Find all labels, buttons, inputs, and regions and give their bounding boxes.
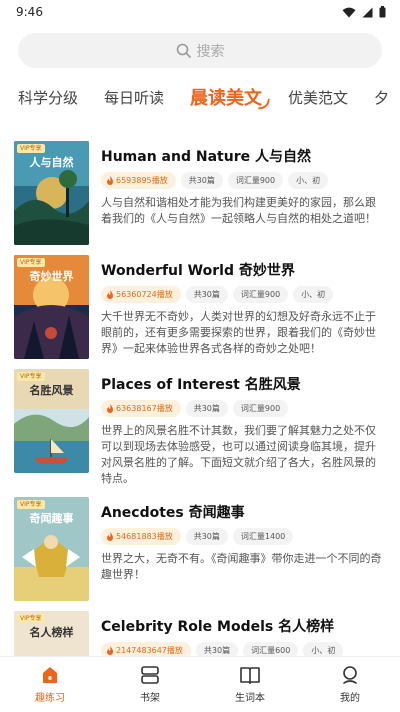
fire-icon — [107, 403, 113, 413]
article-count: 共30篇 — [185, 286, 228, 303]
item-title: Celebrity Role Models 名人榜样 — [101, 619, 335, 635]
plays-badge: 56360724播放 — [101, 286, 181, 303]
item-title: Anecdotes 奇闻趣事 — [101, 505, 245, 521]
vocab-badge: 词汇量600 — [243, 642, 299, 656]
list-item[interactable]: VIP专享 名人榜样 Celebrity Role Models 名人榜样 21… — [0, 611, 400, 656]
article-count: 共30篇 — [185, 528, 228, 545]
level-badge: 小、初 — [293, 286, 334, 303]
vocab-badge: 词汇量900 — [227, 172, 284, 189]
fire-icon — [107, 175, 113, 185]
plays-badge: 54681883播放 — [101, 528, 181, 545]
nav-label: 趣练习 — [35, 693, 65, 704]
article-count: 共30篇 — [185, 400, 228, 417]
bottom-nav: 趣练习 书架 生词本 我的 — [0, 656, 400, 712]
vocab-badge: 词汇量900 — [232, 400, 289, 417]
nav-label: 生词本 — [235, 693, 265, 704]
plays-count: 63638167播放 — [116, 404, 173, 413]
cover-title: 名人榜样 — [29, 626, 74, 639]
vip-badge: VIP专享 — [17, 258, 45, 267]
search-input[interactable]: 搜索 — [18, 33, 382, 68]
list-item[interactable]: VIP专享 名胜风景 Places of Interest 名胜风景 63638… — [0, 369, 400, 487]
cover-title: 奇闻趣事 — [29, 512, 74, 525]
plays-count: 54681883播放 — [116, 532, 173, 541]
book-cover: VIP专享 奇闻趣事 — [14, 497, 89, 601]
plays-count: 2147483647播放 — [116, 646, 183, 655]
item-description: 世界之大，无奇不有。《奇闻趣事》带你走进一个不同的奇趣世界！ — [101, 552, 382, 581]
nav-profile[interactable]: 我的 — [300, 657, 400, 712]
tab-science-graded[interactable]: 科学分级 — [18, 87, 78, 108]
battery-icon — [379, 6, 386, 18]
user-icon — [343, 666, 357, 684]
nav-label: 书架 — [140, 693, 160, 704]
tab-partial[interactable]: 夕 — [374, 87, 389, 108]
item-title: Places of Interest 名胜风景 — [101, 377, 301, 393]
category-tabs: 科学分级 每日听读 晨读美文 优美范文 夕 — [0, 68, 400, 126]
vip-badge: VIP专享 — [17, 372, 45, 381]
item-description: 大千世界无不奇妙，人类对世界的幻想及好奇永远不止于眼前的，还有更多需要探索的世界… — [101, 310, 376, 355]
fire-icon — [107, 289, 113, 299]
list-item[interactable]: VIP专享 人与自然 Human and Nature 人与自然 6593895… — [0, 141, 400, 245]
list-item[interactable]: VIP专享 奇闻趣事 Anecdotes 奇闻趣事 54681883播放 共30… — [0, 497, 400, 601]
list-item[interactable]: VIP专享 奇妙世界 Wonderful World 奇妙世界 56360724… — [0, 255, 400, 359]
book-icon — [240, 667, 260, 684]
vip-badge: VIP专享 — [17, 500, 45, 509]
article-count: 共30篇 — [180, 172, 223, 189]
level-badge: 小、初 — [303, 642, 344, 656]
bookshelf-icon — [141, 666, 159, 684]
vip-badge: VIP专享 — [17, 144, 45, 153]
nav-vocabulary[interactable]: 生词本 — [200, 657, 300, 712]
search-placeholder: 搜索 — [196, 43, 225, 60]
cover-title: 人与自然 — [29, 156, 74, 169]
tab-daily-listening[interactable]: 每日听读 — [104, 87, 164, 108]
article-count: 共30篇 — [195, 642, 239, 656]
fire-icon — [107, 645, 113, 655]
nav-label: 我的 — [340, 693, 360, 704]
vocab-badge: 词汇量900 — [232, 286, 289, 303]
book-cover: VIP专享 人与自然 — [14, 141, 89, 245]
book-cover: VIP专享 名胜风景 — [14, 369, 89, 473]
plays-badge: 6593895播放 — [101, 172, 176, 189]
wifi-icon — [342, 7, 356, 17]
cover-title: 名胜风景 — [29, 384, 74, 397]
search-icon — [176, 43, 191, 58]
item-description: 世界上的风景名胜不计其数，我们要了解其魅力之处不仅可以到现场去体验感受，也可以通… — [101, 424, 376, 485]
plays-count: 6593895播放 — [116, 176, 168, 185]
book-cover: VIP专享 奇妙世界 — [14, 255, 89, 359]
fire-icon — [107, 531, 113, 541]
tab-morning-reading[interactable]: 晨读美文 — [190, 84, 262, 110]
vip-badge: VIP专享 — [17, 614, 45, 623]
signal-icon — [362, 7, 373, 17]
home-icon — [43, 667, 57, 683]
status-time: 9:46 — [16, 5, 43, 19]
plays-badge: 63638167播放 — [101, 400, 181, 417]
book-cover: VIP专享 名人榜样 — [14, 611, 89, 656]
item-description: 人与自然和谐相处才能为我们构建更美好的家园，那么跟着我们的《人与自然》一起领略人… — [101, 196, 376, 225]
cover-title: 奇妙世界 — [29, 270, 74, 283]
article-list: VIP专享 人与自然 Human and Nature 人与自然 6593895… — [0, 141, 400, 656]
plays-count: 56360724播放 — [116, 290, 173, 299]
vocab-badge: 词汇量1400 — [232, 528, 294, 545]
status-icons — [342, 6, 386, 18]
tab-model-essays[interactable]: 优美范文 — [288, 87, 348, 108]
item-title: Wonderful World 奇妙世界 — [101, 263, 295, 279]
nav-bookshelf[interactable]: 书架 — [100, 657, 200, 712]
plays-badge: 2147483647播放 — [101, 642, 191, 656]
status-bar: 9:46 — [0, 0, 400, 24]
level-badge: 小、初 — [288, 172, 329, 189]
nav-practice[interactable]: 趣练习 — [0, 657, 100, 712]
item-title: Human and Nature 人与自然 — [101, 149, 311, 165]
